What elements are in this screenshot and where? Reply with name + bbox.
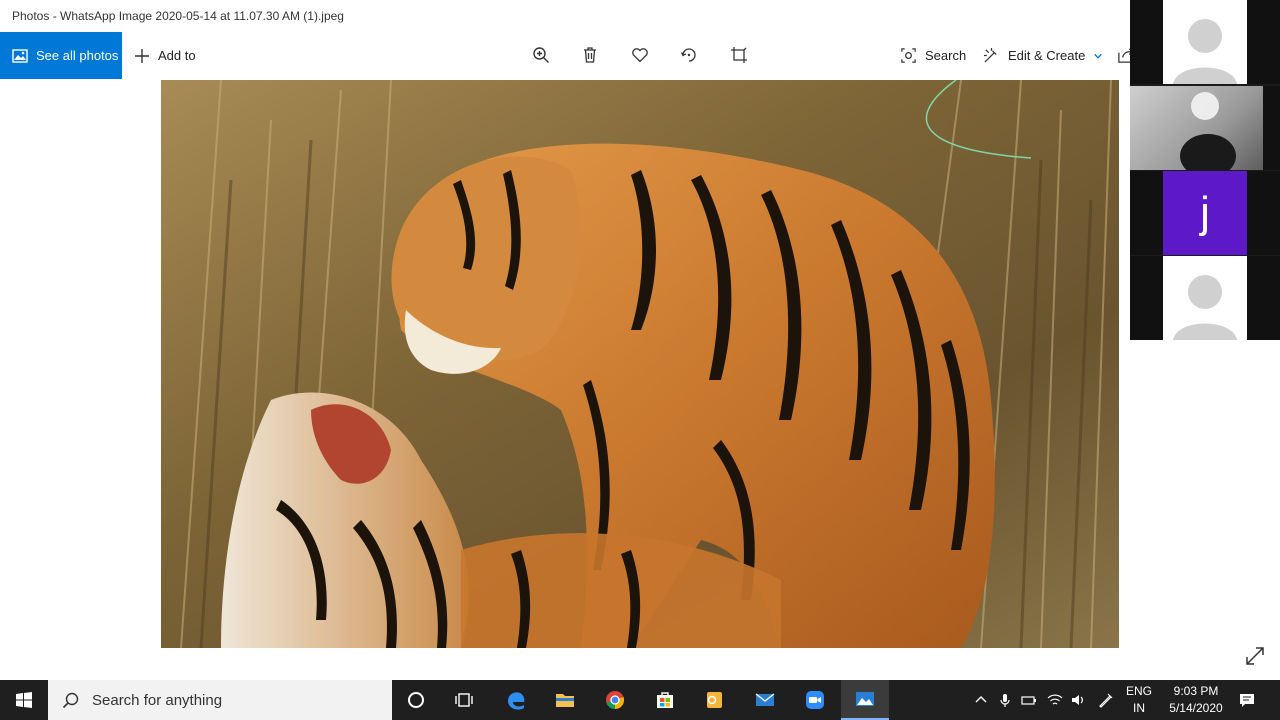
edge-icon bbox=[508, 692, 525, 710]
participant-tile[interactable] bbox=[1130, 256, 1280, 340]
avatar bbox=[1163, 0, 1247, 84]
region-code: IN bbox=[1133, 701, 1145, 715]
photos-icon bbox=[856, 692, 874, 706]
task-view-icon bbox=[455, 693, 473, 707]
favorite-icon bbox=[632, 48, 648, 63]
battery-tray-button[interactable] bbox=[1020, 680, 1038, 720]
participant-tile[interactable]: j bbox=[1130, 171, 1280, 255]
wifi-icon bbox=[1047, 694, 1063, 705]
store-button[interactable] bbox=[641, 680, 689, 720]
rotate-icon bbox=[680, 48, 696, 62]
chevron-up-icon bbox=[975, 696, 987, 703]
edit-create-button[interactable]: Edit & Create bbox=[983, 32, 1103, 79]
avatar bbox=[1163, 256, 1247, 340]
tiger-photo bbox=[161, 80, 1119, 648]
photos-app-button[interactable] bbox=[841, 680, 889, 720]
taskbar-search-placeholder: Search for anything bbox=[92, 691, 223, 709]
chevron-down-icon bbox=[1094, 53, 1103, 59]
pen-tray-button[interactable] bbox=[1096, 680, 1116, 720]
clock-date: 5/14/2020 bbox=[1169, 701, 1223, 715]
language-indicator[interactable]: ENG IN bbox=[1124, 683, 1154, 717]
delete-icon bbox=[584, 47, 596, 63]
edge-button[interactable] bbox=[492, 680, 540, 720]
file-explorer-button[interactable] bbox=[541, 680, 589, 720]
microphone-icon bbox=[1000, 694, 1010, 707]
plus-icon bbox=[135, 48, 149, 63]
zoom-app-button[interactable] bbox=[791, 680, 839, 720]
camera-feed-icon bbox=[1180, 92, 1236, 170]
participant-initial: j bbox=[1163, 171, 1247, 255]
fullscreen-button[interactable] bbox=[1244, 645, 1266, 667]
zoom-icon bbox=[533, 47, 549, 63]
windows-taskbar: Search for anything ENG IN 9:03 PM 5/14/… bbox=[0, 680, 1280, 720]
search-label: Search bbox=[925, 48, 967, 63]
notification-icon bbox=[1240, 694, 1254, 707]
store-icon bbox=[657, 692, 673, 708]
see-all-photos-label: See all photos bbox=[36, 48, 119, 63]
edit-create-icon bbox=[983, 47, 997, 63]
cortana-button[interactable] bbox=[392, 680, 440, 720]
mail-button[interactable] bbox=[741, 680, 789, 720]
zoom-button[interactable] bbox=[530, 44, 552, 66]
volume-icon bbox=[1072, 695, 1083, 705]
language-code: ENG bbox=[1125, 684, 1152, 698]
window-title: Photos - WhatsApp Image 2020-05-14 at 11… bbox=[12, 9, 344, 23]
show-hidden-icons-button[interactable] bbox=[972, 680, 990, 720]
search-button[interactable]: Search bbox=[900, 32, 966, 79]
user-placeholder-icon bbox=[1173, 19, 1237, 84]
edit-create-label: Edit & Create bbox=[1008, 48, 1086, 63]
mail-icon bbox=[755, 693, 775, 706]
taskbar-clock[interactable]: 9:03 PM 5/14/2020 bbox=[1158, 683, 1234, 717]
delete-button[interactable] bbox=[579, 44, 601, 66]
volume-tray-button[interactable] bbox=[1068, 680, 1088, 720]
start-button[interactable] bbox=[0, 680, 48, 720]
taskbar-search-box[interactable]: Search for anything bbox=[48, 680, 392, 720]
action-center-button[interactable] bbox=[1236, 680, 1258, 720]
crop-icon bbox=[731, 47, 747, 63]
search-icon bbox=[62, 692, 79, 709]
outlook-button[interactable] bbox=[690, 680, 738, 720]
gallery-icon bbox=[12, 48, 28, 63]
search-icon bbox=[901, 48, 916, 63]
see-all-photos-button[interactable]: See all photos bbox=[0, 32, 122, 79]
outlook-icon bbox=[707, 692, 722, 708]
photo-viewer-image[interactable] bbox=[161, 80, 1119, 648]
participant-tile[interactable] bbox=[1130, 0, 1280, 84]
participant-camera-feed bbox=[1130, 86, 1263, 170]
chrome-button[interactable] bbox=[591, 680, 639, 720]
battery-icon bbox=[1021, 696, 1036, 705]
clock-time: 9:03 PM bbox=[1173, 684, 1219, 698]
zoom-icon bbox=[806, 691, 824, 709]
expand-icon bbox=[1246, 647, 1264, 665]
pen-icon bbox=[1099, 693, 1113, 708]
add-to-button[interactable]: Add to bbox=[134, 32, 196, 79]
favorite-button[interactable] bbox=[629, 44, 651, 66]
windows-logo-icon bbox=[16, 692, 32, 708]
meeting-video-panel: j bbox=[1130, 0, 1280, 340]
crop-button[interactable] bbox=[728, 44, 750, 66]
title-bar: Photos - WhatsApp Image 2020-05-14 at 11… bbox=[0, 0, 1130, 32]
wifi-tray-button[interactable] bbox=[1045, 680, 1065, 720]
photo-toolbar: See all photos Add to Search Edit & Crea… bbox=[0, 32, 1133, 79]
task-view-button[interactable] bbox=[440, 680, 488, 720]
user-placeholder-icon bbox=[1173, 275, 1237, 340]
rotate-button[interactable] bbox=[678, 44, 700, 66]
cortana-icon bbox=[408, 692, 424, 708]
microphone-tray-button[interactable] bbox=[996, 680, 1014, 720]
file-explorer-icon bbox=[556, 694, 574, 707]
chrome-icon bbox=[606, 691, 625, 709]
participant-tile[interactable] bbox=[1130, 86, 1280, 170]
add-to-label: Add to bbox=[158, 48, 196, 63]
photos-app-window: Photos - WhatsApp Image 2020-05-14 at 11… bbox=[0, 0, 1280, 720]
